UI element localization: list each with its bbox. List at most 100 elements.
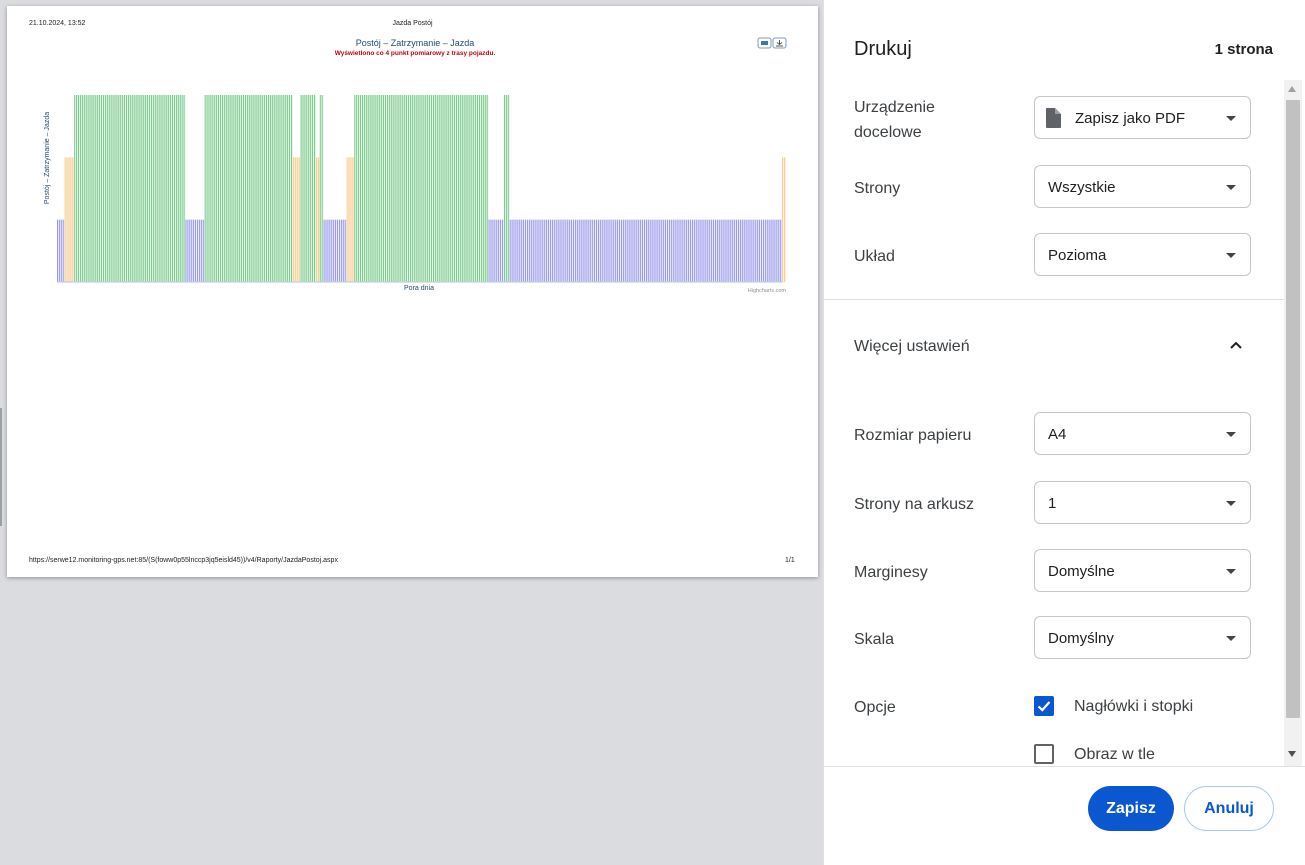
chart-bar <box>578 219 580 282</box>
chart-bar <box>237 95 239 282</box>
chart-bar <box>323 219 325 282</box>
chart-bar <box>463 95 465 282</box>
layout-select[interactable]: Pozioma <box>1034 233 1251 276</box>
scale-value: Domyślny <box>1048 630 1114 647</box>
chart-bar <box>154 95 156 282</box>
chevron-down-icon <box>1226 432 1236 437</box>
chevron-up-icon[interactable] <box>1228 337 1244 353</box>
chart-bar <box>768 219 770 282</box>
chart-bar <box>766 219 768 282</box>
scroll-down-icon[interactable] <box>1288 751 1296 757</box>
chart-xlabel: Pora dnia <box>404 285 434 292</box>
chart-bar <box>540 219 542 282</box>
chart-bar <box>314 95 315 282</box>
chart-bar <box>482 95 484 282</box>
chart-bar <box>385 95 386 282</box>
chart-bar <box>713 219 714 282</box>
chart-bar <box>124 95 125 282</box>
chart-bar <box>716 219 718 282</box>
chart-bar <box>108 95 110 282</box>
chart-bar <box>149 95 150 282</box>
chart-bar <box>571 219 572 282</box>
background-graphics-label[interactable]: Obraz w tle <box>1074 746 1155 764</box>
chart-bar <box>446 95 448 282</box>
chart-bar <box>647 219 649 282</box>
chart-bar <box>436 95 438 282</box>
chevron-down-icon <box>1226 636 1236 641</box>
chart-bar <box>377 95 379 282</box>
chart-bar <box>519 219 521 282</box>
chart-bar <box>774 219 776 282</box>
chart-bar <box>294 157 296 282</box>
chart-bar <box>131 95 133 282</box>
chart-bar <box>509 219 511 282</box>
paper-size-select[interactable]: A4 <box>1034 412 1251 455</box>
scale-select[interactable]: Domyślny <box>1034 616 1251 659</box>
chart-bar <box>739 219 741 282</box>
chart-bar <box>189 219 191 282</box>
headers-footers-checkbox[interactable] <box>1034 696 1054 716</box>
chart-bar <box>185 219 187 282</box>
chart-bar <box>371 95 373 282</box>
chart-bar <box>127 95 129 282</box>
chart-bar <box>166 95 168 282</box>
chart-bar <box>459 95 461 282</box>
chart-bar <box>57 219 58 282</box>
chart-bar <box>58 219 60 282</box>
chart-bar <box>223 95 225 282</box>
chart-bar <box>690 219 691 282</box>
chart-bars <box>57 95 786 282</box>
background-graphics-checkbox[interactable] <box>1034 744 1054 764</box>
chart-bar <box>335 219 337 282</box>
print-icon[interactable] <box>757 37 772 49</box>
chart-bar <box>321 95 323 282</box>
chart-bar <box>498 219 500 282</box>
save-button[interactable]: Zapisz <box>1088 786 1174 831</box>
chart-bar <box>761 219 762 282</box>
chart-bar <box>505 95 507 282</box>
chart-bar <box>592 219 594 282</box>
chart-bar <box>494 219 496 282</box>
scroll-up-icon[interactable] <box>1288 86 1296 92</box>
download-icon[interactable] <box>772 37 787 49</box>
chart-bar <box>379 95 381 282</box>
chart-bar <box>175 95 177 282</box>
chart-bar <box>231 95 233 282</box>
chart-bar <box>496 219 498 282</box>
chart-bar <box>409 95 411 282</box>
chart-bar <box>325 219 327 282</box>
chart-bar <box>310 95 312 282</box>
more-settings-toggle[interactable]: Więcej ustawień <box>854 334 970 359</box>
chart-bar <box>315 157 317 282</box>
chart-bar <box>770 219 772 282</box>
chart-bar <box>112 95 114 282</box>
chart-bar <box>642 219 643 282</box>
chart-bar <box>488 219 490 282</box>
chart-bar <box>743 219 745 282</box>
chart-bar <box>256 95 258 282</box>
margins-select[interactable]: Domyślne <box>1034 549 1251 592</box>
pages-per-sheet-select[interactable]: 1 <box>1034 481 1251 524</box>
headers-footers-label[interactable]: Nagłówki i stopki <box>1074 698 1193 716</box>
destination-select[interactable]: Zapisz jako PDF <box>1034 96 1251 139</box>
pages-select[interactable]: Wszystkie <box>1034 165 1251 208</box>
chart-bar <box>83 95 85 282</box>
chart-bar <box>99 95 101 282</box>
chart-bar <box>283 95 285 282</box>
chart-bar <box>243 95 244 282</box>
chart-bar <box>569 219 571 282</box>
chart-bar <box>576 219 578 282</box>
chart-bar <box>285 95 287 282</box>
cancel-button[interactable]: Anuluj <box>1184 786 1274 831</box>
chart-bar <box>87 95 89 282</box>
chart-bar <box>638 219 640 282</box>
layout-value: Pozioma <box>1048 247 1107 264</box>
chart-bar <box>728 219 730 282</box>
scrollbar-thumb[interactable] <box>1286 100 1300 718</box>
chart-bar <box>475 95 477 282</box>
chart-bar <box>327 219 329 282</box>
chart-bar <box>337 219 338 282</box>
chart-bar <box>469 95 471 282</box>
chart-bar <box>551 219 553 282</box>
chart-bar <box>440 95 442 282</box>
